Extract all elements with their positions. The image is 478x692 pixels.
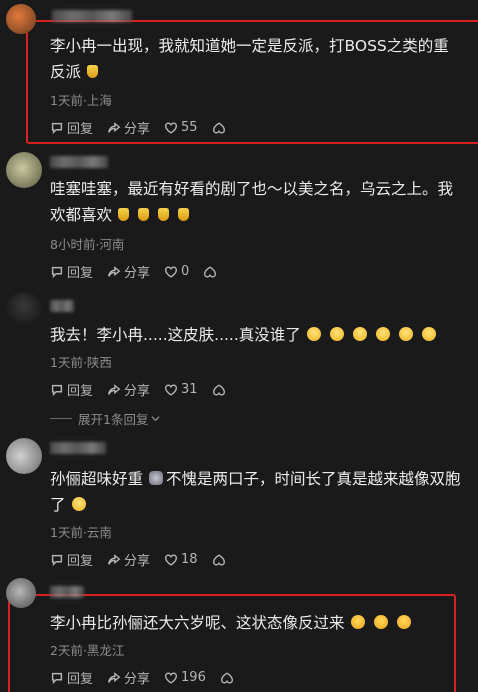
reply-button[interactable]: 回复 — [50, 668, 93, 687]
comment-meta: 8小时前·河南 — [50, 237, 125, 252]
comment-actions: 回复 分享 18 — [50, 550, 229, 569]
like-button[interactable]: 196 — [164, 670, 206, 685]
like-count: 196 — [181, 670, 206, 685]
comment-meta: 1天前·上海 — [50, 93, 112, 108]
like-button[interactable]: 18 — [164, 552, 198, 567]
laugh-emoji-icon — [350, 615, 365, 629]
username-blurred — [52, 10, 132, 22]
username-blurred — [50, 156, 108, 168]
grin-emoji-icon — [306, 327, 321, 341]
dislike-button[interactable] — [220, 671, 237, 685]
grin-emoji-icon — [398, 327, 413, 341]
trophy-emoji-icon — [178, 208, 190, 221]
grin-emoji-icon — [352, 327, 367, 341]
chevron-down-icon — [151, 416, 161, 422]
share-button[interactable]: 分享 — [107, 380, 150, 399]
share-button[interactable]: 分享 — [107, 118, 150, 137]
trophy-emoji-icon — [118, 208, 130, 221]
comment-actions: 回复 分享 196 — [50, 668, 237, 687]
comment-text: 李小冉比孙俪还大六岁呢、这状态像反过来 — [50, 610, 478, 636]
comment-text: 哇塞哇塞，最近有好看的剧了也～以美之名，乌云之上。我 欢都喜欢 — [50, 180, 454, 224]
divider — [50, 418, 72, 419]
laugh-emoji-icon — [373, 615, 388, 629]
wolf-emoji-icon — [149, 471, 164, 485]
avatar[interactable] — [6, 292, 42, 328]
avatar[interactable] — [6, 578, 36, 608]
username-blurred — [50, 586, 84, 598]
trophy-emoji-icon — [158, 208, 170, 221]
like-button[interactable]: 55 — [164, 120, 198, 135]
comment-actions: 回复 分享 31 — [50, 380, 229, 399]
avatar[interactable] — [6, 438, 42, 474]
grin-emoji-icon — [329, 327, 344, 341]
comment-text: 我去！李小冉.....这皮肤.....真没谁了 — [50, 322, 478, 348]
expand-replies-button[interactable]: 展开1条回复 — [50, 409, 161, 428]
dislike-button[interactable] — [212, 553, 229, 567]
comment-actions: 回复 分享 0 — [50, 262, 220, 281]
dislike-button[interactable] — [212, 121, 229, 135]
username-blurred — [50, 300, 74, 312]
avatar[interactable] — [6, 152, 42, 188]
grin-emoji-icon — [71, 497, 86, 511]
like-count: 18 — [181, 552, 198, 567]
like-button[interactable]: 31 — [164, 382, 198, 397]
grin-emoji-icon — [375, 327, 390, 341]
like-count: 55 — [181, 120, 198, 135]
laugh-emoji-icon — [396, 615, 411, 629]
comment-meta: 1天前·陕西 — [50, 355, 112, 370]
reply-button[interactable]: 回复 — [50, 380, 93, 399]
dislike-button[interactable] — [212, 383, 229, 397]
comment-meta: 1天前·云南 — [50, 525, 112, 540]
share-button[interactable]: 分享 — [107, 668, 150, 687]
grin-emoji-icon — [421, 327, 436, 341]
like-button[interactable]: 0 — [164, 264, 189, 279]
share-button[interactable]: 分享 — [107, 550, 150, 569]
comment-actions: 回复 分享 55 — [50, 118, 229, 137]
comment-meta: 2天前·黑龙江 — [50, 643, 125, 658]
reply-button[interactable]: 回复 — [50, 262, 93, 281]
comment-text: 孙俪超味好重 不愧是两口子，时间长了真是越来越像双胞 了 — [50, 470, 461, 514]
dislike-button[interactable] — [203, 265, 220, 279]
like-count: 0 — [181, 264, 190, 279]
like-count: 31 — [181, 382, 198, 397]
reply-button[interactable]: 回复 — [50, 550, 93, 569]
reply-button[interactable]: 回复 — [50, 118, 93, 137]
trophy-emoji-icon — [87, 65, 99, 78]
username-blurred — [50, 442, 106, 454]
share-button[interactable]: 分享 — [107, 262, 150, 281]
trophy-emoji-icon — [138, 208, 150, 221]
avatar[interactable] — [6, 4, 36, 34]
comment-text: 李小冉一出现，我就知道她一定是反派，打BOSS之类的重 反派 — [50, 37, 449, 81]
